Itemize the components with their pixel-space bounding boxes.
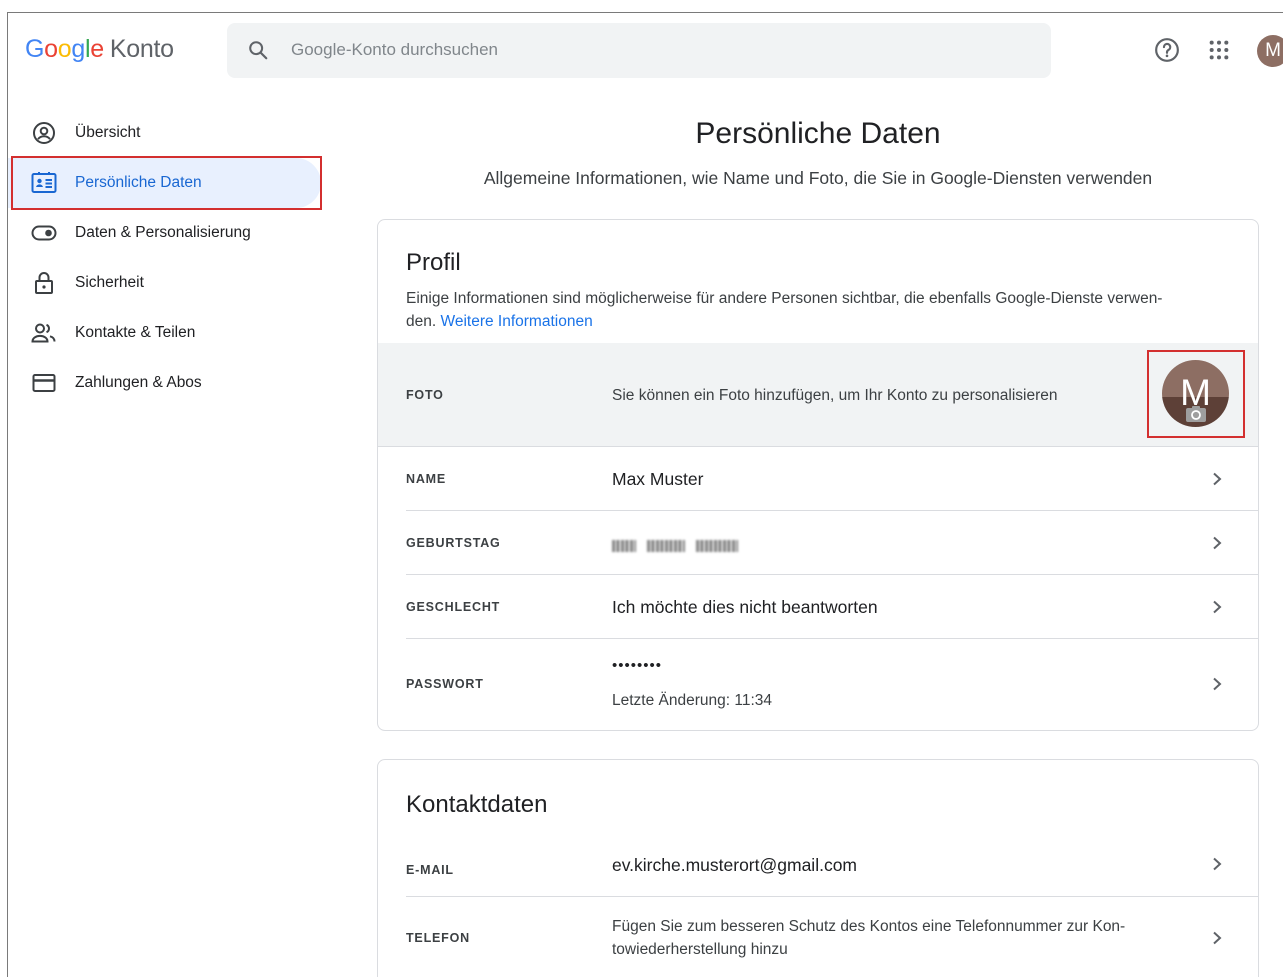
help-icon[interactable] <box>1152 35 1182 65</box>
page-title: Persönliche Daten <box>695 117 941 150</box>
sidebar-item-label: Sicherheit <box>75 274 144 291</box>
phone-hint: Fügen Sie zum besseren Schutz des Kontos… <box>612 915 1125 961</box>
phone-label: TELEFON <box>406 931 470 945</box>
people-icon <box>31 320 57 346</box>
account-circle-icon <box>31 120 57 146</box>
profile-card-description: Einige Informationen sind möglicherweise… <box>378 287 1258 333</box>
foto-label: FOTO <box>406 388 444 402</box>
birthday-row[interactable]: GEBURTSTAG <box>378 511 1258 575</box>
gender-value: Ich möchte dies nicht beantworten <box>612 596 878 617</box>
phone-hint-text: towiederherstellung hinzu <box>612 941 788 958</box>
logo-letter: g <box>71 35 85 63</box>
description-text: den. <box>406 313 437 330</box>
password-last-changed: Letzte Änderung: 11:34 <box>612 692 773 709</box>
profile-photo-avatar[interactable]: M <box>1162 360 1229 427</box>
foto-row[interactable]: FOTO Sie können ein Foto hinzufügen, um … <box>378 343 1258 447</box>
name-label: NAME <box>406 472 447 486</box>
more-info-link[interactable]: Weitere Informationen <box>440 313 592 330</box>
logo-letter: e <box>90 35 104 63</box>
logo-letter: o <box>44 35 58 63</box>
logo-product-name: Konto <box>109 35 174 63</box>
password-value: •••••••• <box>612 657 663 674</box>
chevron-right-icon <box>1213 677 1222 691</box>
credit-card-icon <box>31 370 57 396</box>
password-row[interactable]: PASSWORT •••••••• Letzte Änderung: 11:34 <box>378 639 1258 729</box>
sidebar-item-label: Daten & Personalisierung <box>75 224 251 241</box>
profile-card: Profil Einige Informationen sind möglich… <box>377 219 1259 731</box>
camera-icon <box>1186 406 1206 422</box>
chevron-right-icon <box>1213 857 1222 871</box>
sidebar-item-sicherheit[interactable]: Sicherheit <box>8 258 338 308</box>
foto-hint: Sie können ein Foto hinzufügen, um Ihr K… <box>612 386 1058 404</box>
sidebar-item-label: Übersicht <box>75 124 141 141</box>
sidebar-item-zahlungen-abos[interactable]: Zahlungen & Abos <box>8 358 338 408</box>
lock-icon <box>31 270 57 296</box>
birthday-value-blurred <box>612 536 738 557</box>
search-icon[interactable] <box>247 39 269 61</box>
contact-card-title: Kontaktdaten <box>406 791 548 818</box>
email-value: ev.kirche.musterort@gmail.com <box>612 855 857 875</box>
email-row[interactable]: E-MAIL ev.kirche.musterort@gmail.com <box>378 819 1258 897</box>
description-text: Einige Informationen sind möglicherweise… <box>406 290 1163 307</box>
apps-grid-icon[interactable] <box>1204 35 1234 65</box>
profile-card-title: Profil <box>406 249 461 276</box>
sidebar-item-label: Zahlungen & Abos <box>75 374 202 391</box>
password-label: PASSWORT <box>406 677 484 691</box>
chevron-right-icon <box>1213 472 1222 486</box>
contact-card: Kontaktdaten E-MAIL ev.kirche.musterort@… <box>377 759 1259 977</box>
sidebar-item-uebersicht[interactable]: Übersicht <box>8 108 338 158</box>
logo-letter: o <box>57 35 72 63</box>
app-window: GoogleKonto M Übersicht Persönliche Date… <box>7 12 1283 977</box>
highlight-box <box>11 156 322 210</box>
email-label: E-MAIL <box>406 863 454 877</box>
chevron-right-icon <box>1213 600 1222 614</box>
name-row[interactable]: NAME Max Muster <box>378 447 1258 511</box>
phone-row[interactable]: TELEFON Fügen Sie zum besseren Schutz de… <box>378 897 1258 977</box>
sidebar-item-kontakte-teilen[interactable]: Kontakte & Teilen <box>8 308 338 358</box>
chevron-right-icon <box>1213 536 1222 550</box>
name-value: Max Muster <box>612 468 704 489</box>
sidebar-item-persoenliche-daten[interactable]: Persönliche Daten <box>8 156 322 210</box>
account-avatar[interactable]: M <box>1257 35 1283 67</box>
search-bar[interactable] <box>227 23 1051 78</box>
chevron-right-icon <box>1213 931 1222 945</box>
search-input[interactable] <box>291 35 991 65</box>
sidebar-nav: Übersicht Persönliche Daten Daten & Pers… <box>8 108 338 408</box>
page-subtitle: Allgemeine Informationen, wie Name und F… <box>483 168 1153 188</box>
toggle-icon <box>31 220 57 246</box>
sidebar-item-label: Kontakte & Teilen <box>75 324 196 341</box>
sidebar-item-daten-personalisierung[interactable]: Daten & Personalisierung <box>8 208 338 258</box>
birthday-label: GEBURTSTAG <box>406 536 501 550</box>
phone-hint-text: Fügen Sie zum besseren Schutz des Kontos… <box>612 918 1126 935</box>
google-konto-logo[interactable]: Google Konto <box>25 35 174 64</box>
gender-label: GESCHLECHT <box>406 600 501 614</box>
logo-letter: G <box>25 35 45 63</box>
gender-row[interactable]: GESCHLECHT Ich möchte dies nicht beantwo… <box>378 575 1258 639</box>
